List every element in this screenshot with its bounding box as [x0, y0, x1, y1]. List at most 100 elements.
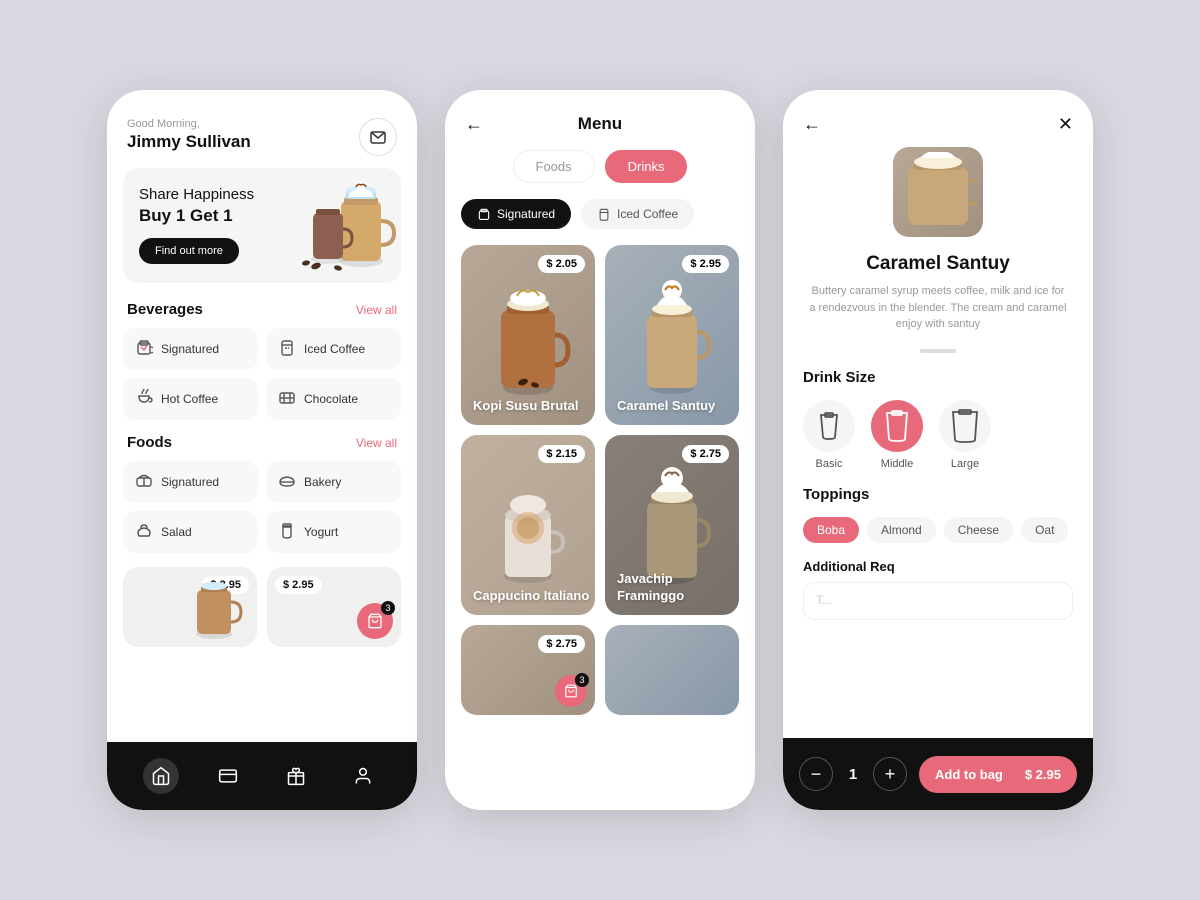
greeting-text: Good Morning,: [127, 118, 251, 130]
additional-req-title: Additional Req: [783, 559, 1093, 582]
menu-cart-badge[interactable]: 3: [555, 675, 587, 707]
add-to-bag-bar: − 1 + Add to bag $ 2.95: [783, 738, 1093, 810]
size-large-icon: [939, 400, 991, 452]
nav-profile[interactable]: [345, 758, 381, 794]
beverage-chocolate-label: Chocolate: [304, 392, 358, 406]
nav-home[interactable]: [143, 758, 179, 794]
menu-tabs: Foods Drinks: [445, 150, 755, 199]
product-caramel-santuy[interactable]: $ 2.95 Caramel Santuy: [605, 245, 739, 425]
promo-banner: Share Happiness Buy 1 Get 1 Find out mor…: [123, 168, 401, 283]
menu-subtabs: Signatured Iced Coffee: [445, 199, 755, 245]
product-kopi-susu[interactable]: $ 2.05 Kopi Susu Brutal: [461, 245, 595, 425]
caramel-santuy-name: Caramel Santuy: [617, 398, 715, 415]
food-salad-icon: [135, 521, 153, 543]
banner-image: [281, 168, 401, 283]
food-yogurt[interactable]: Yogurt: [266, 511, 401, 553]
javachip-name: Javachip Framinggo: [617, 571, 739, 605]
beverage-iced-coffee-label: Iced Coffee: [304, 342, 365, 356]
size-options: Basic Middle: [803, 400, 1073, 470]
food-salad[interactable]: Salad: [123, 511, 258, 553]
tab-foods[interactable]: Foods: [513, 150, 595, 183]
topping-boba[interactable]: Boba: [803, 517, 859, 543]
beverages-title: Beverages: [127, 301, 203, 318]
foods-grid: Signatured Bakery Salad: [107, 461, 417, 567]
screen-home: Good Morning, Jimmy Sullivan Share Happi…: [107, 90, 417, 810]
drink-size-section: Drink Size Basic: [783, 369, 1093, 486]
products-grid: $ 2.05 Kopi Susu Brutal: [445, 245, 755, 715]
quantity-increase-button[interactable]: +: [873, 757, 907, 791]
signatured-bev-icon: [135, 338, 153, 360]
topping-almond[interactable]: Almond: [867, 517, 936, 543]
food-bakery-icon: [278, 471, 296, 493]
menu-title: Menu: [578, 114, 622, 134]
mocha-price: $ 2.75: [538, 635, 585, 653]
product-name: Caramel Santuy: [783, 253, 1093, 283]
topping-oat[interactable]: Oat: [1021, 517, 1068, 543]
topping-cheese[interactable]: Cheese: [944, 517, 1013, 543]
nav-card[interactable]: [210, 758, 246, 794]
menu-back-button[interactable]: ←: [465, 114, 483, 135]
food-signatured-label: Signatured: [161, 475, 219, 489]
food-yogurt-label: Yogurt: [304, 525, 338, 539]
add-to-bag-label: Add to bag: [935, 767, 1003, 782]
menu-cart-count: 3: [575, 673, 589, 687]
nav-gift[interactable]: [278, 758, 314, 794]
product-description: Buttery caramel syrup meets coffee, milk…: [783, 283, 1093, 349]
cart-badge[interactable]: 3: [357, 603, 393, 639]
beverages-grid: Signatured Iced Coffee: [107, 328, 417, 434]
subtab-iced-coffee[interactable]: Iced Coffee: [581, 199, 694, 229]
quantity-value: 1: [845, 766, 861, 783]
cappucino-price: $ 2.15: [538, 445, 585, 463]
product-card-2[interactable]: $ 2.95 3: [267, 567, 401, 647]
add-to-bag-button[interactable]: Add to bag $ 2.95: [919, 756, 1077, 793]
foods-title: Foods: [127, 434, 172, 451]
beverage-chocolate[interactable]: Chocolate: [266, 378, 401, 420]
beverage-hot-coffee-label: Hot Coffee: [161, 392, 218, 406]
food-yogurt-icon: [278, 521, 296, 543]
mail-button[interactable]: [359, 118, 397, 156]
additional-req-placeholder: T...: [816, 593, 832, 607]
food-bakery-label: Bakery: [304, 475, 341, 489]
product-mocha[interactable]: $ 2.75 3: [461, 625, 595, 715]
detail-back-button[interactable]: ←: [803, 114, 821, 135]
caramel-santuy-price: $ 2.95: [682, 255, 729, 273]
product-2-price: $ 2.95: [275, 576, 322, 594]
subtab-signatured-label: Signatured: [497, 207, 555, 221]
food-bakery[interactable]: Bakery: [266, 461, 401, 503]
beverage-iced-coffee[interactable]: Iced Coffee: [266, 328, 401, 370]
food-signatured-icon: [135, 471, 153, 493]
size-large[interactable]: Large: [939, 400, 991, 470]
product-cappucino[interactable]: $ 2.15 Cappucino Italiano: [461, 435, 595, 615]
beverage-signatured[interactable]: Signatured: [123, 328, 258, 370]
toppings-title: Toppings: [803, 486, 1073, 503]
javachip-price: $ 2.75: [682, 445, 729, 463]
banner-cta-button[interactable]: Find out more: [139, 238, 239, 264]
toppings-list: Boba Almond Cheese Oat: [803, 517, 1073, 543]
quantity-decrease-button[interactable]: −: [799, 757, 833, 791]
screen-menu: ← Menu Foods Drinks Signatured Iced Coff…: [445, 90, 755, 810]
product-image: [893, 147, 983, 237]
kopi-susu-price: $ 2.05: [538, 255, 585, 273]
tab-drinks[interactable]: Drinks: [605, 150, 688, 183]
foods-view-all[interactable]: View all: [356, 436, 397, 450]
size-basic-label: Basic: [816, 458, 843, 470]
size-middle[interactable]: Middle: [871, 400, 923, 470]
size-basic[interactable]: Basic: [803, 400, 855, 470]
additional-req-input[interactable]: T...: [803, 582, 1073, 620]
beverage-hot-coffee[interactable]: Hot Coffee: [123, 378, 258, 420]
bottom-navigation: [107, 742, 417, 810]
iced-coffee-bev-icon: [278, 338, 296, 360]
bottom-sheet-handle: [920, 349, 956, 353]
size-middle-icon: [871, 400, 923, 452]
product-cards-row: $ 2.95 $ 2.95: [107, 567, 417, 647]
subtab-signatured[interactable]: Signatured: [461, 199, 571, 229]
product-card-1[interactable]: $ 2.95: [123, 567, 257, 647]
size-basic-icon: [803, 400, 855, 452]
detail-close-button[interactable]: ✕: [1058, 114, 1073, 135]
kopi-susu-name: Kopi Susu Brutal: [473, 398, 578, 415]
food-signatured[interactable]: Signatured: [123, 461, 258, 503]
product-javachip[interactable]: $ 2.75 Javachip Framinggo: [605, 435, 739, 615]
chocolate-bev-icon: [278, 388, 296, 410]
product-placeholder[interactable]: [605, 625, 739, 715]
beverages-view-all[interactable]: View all: [356, 303, 397, 317]
